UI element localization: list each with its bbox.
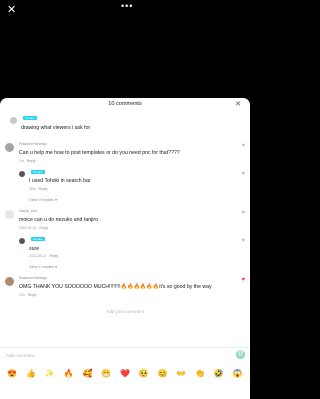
fire-emoji[interactable]: 🔥 xyxy=(64,369,74,379)
view-replies-button[interactable]: View 4 replies ▾ xyxy=(29,197,57,202)
comment-username[interactable]: Creator xyxy=(29,237,46,242)
avatar[interactable] xyxy=(10,117,17,124)
comment-item: marky_ann moice can u do nezuko and tanj… xyxy=(0,208,250,236)
avatar[interactable] xyxy=(5,277,14,286)
liked-heart-icon[interactable]: ♥ xyxy=(241,277,245,283)
comment-item: Rasonee Benego Can u help me how to post… xyxy=(0,141,250,167)
avatar[interactable] xyxy=(5,143,14,152)
comment-meta: 2022-05-12 Reply xyxy=(29,254,59,258)
comment-username[interactable]: Creator xyxy=(29,170,46,175)
comment-meta: 12h Reply xyxy=(19,293,37,297)
video-top-bar: ✕ ••• xyxy=(0,0,250,24)
thumbs-up-emoji[interactable]: 👍 xyxy=(26,369,36,379)
red-heart-emoji[interactable]: ❤️ xyxy=(120,369,130,379)
comment-username[interactable]: marky_ann xyxy=(19,209,37,213)
reply-button[interactable]: Reply xyxy=(49,254,58,258)
comment-item: Creator drawing what viewers i ask for xyxy=(0,115,250,135)
grin-emoji[interactable]: 😁 xyxy=(101,369,111,379)
comments-header: 10 comments ✕ xyxy=(0,98,250,113)
reply-button[interactable]: Reply xyxy=(28,293,37,297)
comment-text: OMG THANK YOU SOOOOOO MUCH!!!!!!!!🔥🔥🔥🔥🔥🔥… xyxy=(19,284,212,290)
bottom-safe-area xyxy=(0,385,250,399)
clapping-emoji[interactable]: 👏 xyxy=(195,369,205,379)
reply-button[interactable]: Reply xyxy=(27,159,36,163)
close-icon[interactable]: ✕ xyxy=(7,3,16,17)
pleading-emoji[interactable]: 🥺 xyxy=(139,369,149,379)
comments-count-title: 10 comments xyxy=(108,101,142,107)
blush-emoji[interactable]: 😊 xyxy=(158,369,168,379)
comment-input[interactable]: Add comment... xyxy=(6,351,230,361)
avatar[interactable] xyxy=(5,210,14,219)
rofl-emoji[interactable]: 🤣 xyxy=(214,369,224,379)
comment-meta: 55m Reply xyxy=(29,187,48,191)
comment-username[interactable]: Rasonee Benego xyxy=(19,276,47,280)
creator-badge: Creator xyxy=(23,116,38,121)
avatar[interactable] xyxy=(19,171,25,177)
like-heart-icon[interactable]: ♥ xyxy=(241,171,245,177)
more-options-icon[interactable]: ••• xyxy=(121,1,133,11)
comment-meta: 1m Reply xyxy=(19,159,36,163)
reply-button[interactable]: Reply xyxy=(39,226,48,230)
comment-input-bar: Add comment... @ xyxy=(0,347,250,364)
reply-item: Creator sure 2022-05-12 Reply ♥ xyxy=(0,236,250,260)
comment-text: drawing what viewers i ask for xyxy=(21,125,91,131)
comment-item: Rasonee Benego OMG THANK YOU SOOOOOO MUC… xyxy=(0,275,250,301)
avatar[interactable] xyxy=(19,238,25,244)
reply-button[interactable]: Reply xyxy=(39,187,48,191)
like-heart-icon[interactable]: ♥ xyxy=(241,210,245,216)
video-area[interactable] xyxy=(0,24,250,98)
comment-text: sure xyxy=(29,246,40,252)
comment-username[interactable]: Creator xyxy=(21,116,38,121)
creator-badge: Creator xyxy=(31,237,46,242)
mention-icon[interactable]: @ xyxy=(236,350,245,359)
creator-badge: Creator xyxy=(31,170,46,175)
add-your-comment-prompt[interactable]: Add your comment xyxy=(0,309,250,314)
close-comments-icon[interactable]: ✕ xyxy=(235,100,241,108)
like-heart-icon[interactable]: ♥ xyxy=(241,238,245,244)
emoji-quick-bar: 😍 👍 ✨ 🔥 🥰 😁 ❤️ 🥺 😊 👐 👏 🤣 😱 xyxy=(0,365,250,383)
scream-emoji[interactable]: 😱 xyxy=(233,369,243,379)
heart-eyes-emoji[interactable]: 😍 xyxy=(7,369,17,379)
comment-meta: 2022-05-12 Reply xyxy=(19,226,49,230)
view-replies-button[interactable]: View 1 replies ▾ xyxy=(29,264,57,269)
comment-text: I used Tohski in search bar xyxy=(29,178,91,184)
reply-item: Creator I used Tohski in search bar 55m R… xyxy=(0,169,250,193)
like-heart-icon[interactable]: ♥ xyxy=(241,143,245,149)
comment-text: moice can u do nezuko and tanjiro xyxy=(19,217,99,223)
sparkles-emoji[interactable]: ✨ xyxy=(45,369,55,379)
open-hands-emoji[interactable]: 👐 xyxy=(176,369,186,379)
comment-username[interactable]: Rasonee Benego xyxy=(19,142,47,146)
comment-text: Can u help me how to post templates or d… xyxy=(19,150,180,156)
smiling-hearts-emoji[interactable]: 🥰 xyxy=(82,369,92,379)
